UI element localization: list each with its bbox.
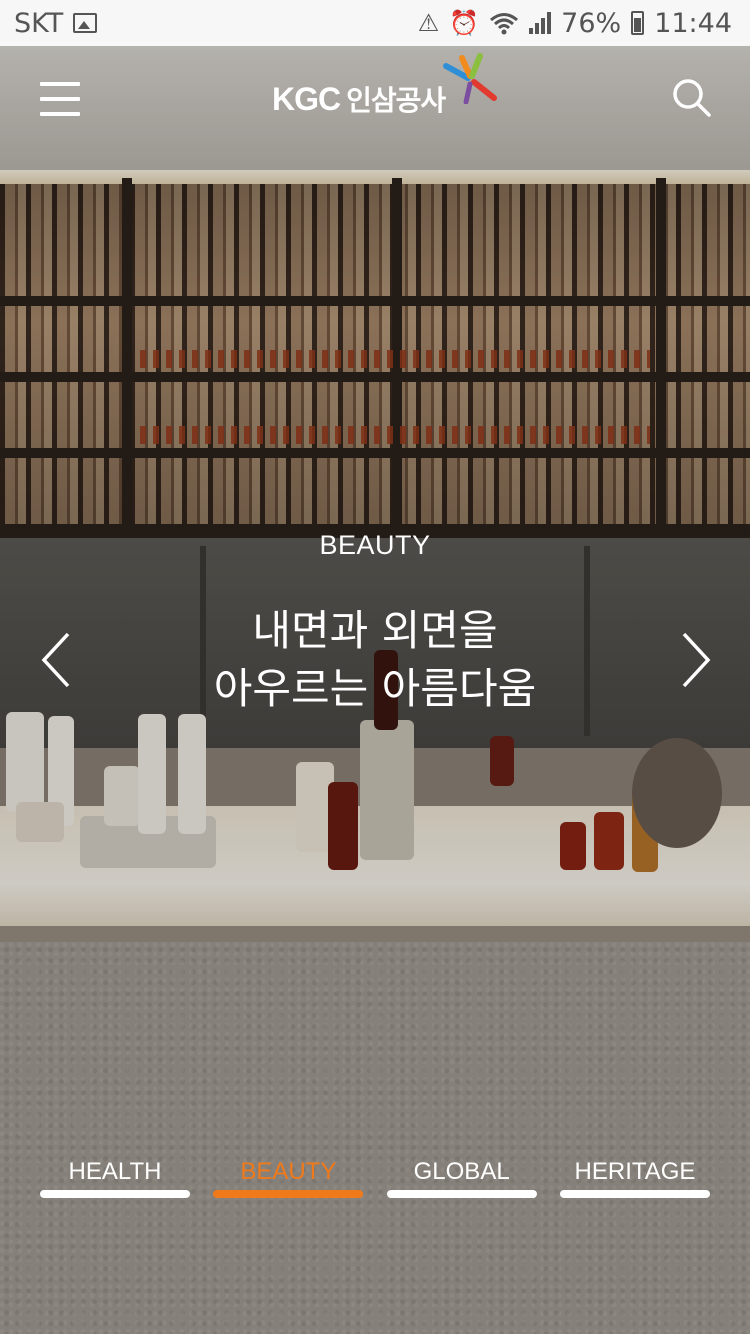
- chevron-right-icon: [682, 632, 711, 688]
- tab-heritage[interactable]: HERITAGE: [559, 1156, 710, 1206]
- prev-slide-button[interactable]: [38, 630, 78, 690]
- hamburger-menu-icon: [40, 82, 80, 86]
- logo-mark-icon: [443, 53, 497, 104]
- next-slide-button[interactable]: [674, 630, 714, 690]
- hamburger-menu-icon: [40, 112, 80, 116]
- tab-indicator: [386, 1190, 537, 1198]
- headline-line-2: 아우르는 아름다움: [213, 664, 537, 713]
- slide-category: BEAUTY: [319, 530, 431, 560]
- tab-label: BEAUTY: [240, 1158, 337, 1185]
- logo-text: KGC: [272, 80, 341, 117]
- search-button[interactable]: [672, 78, 712, 118]
- search-icon: [673, 79, 711, 117]
- menu-button[interactable]: [40, 82, 80, 116]
- chevron-left-icon: [41, 632, 70, 688]
- tab-health[interactable]: HEALTH: [40, 1156, 190, 1206]
- tab-beauty[interactable]: BEAUTY: [213, 1156, 364, 1206]
- tab-label: HEALTH: [68, 1158, 162, 1185]
- alarm-icon: ⏰: [449, 9, 480, 37]
- image-notification-icon: [73, 13, 98, 33]
- hero-slide: KGC 인삼공사 BEAUTY 내면과 외면을 아우르는 아름다움 HEALTH…: [0, 46, 750, 1334]
- tab-indicator: [40, 1190, 190, 1198]
- tab-indicator: [559, 1190, 710, 1198]
- clock: 11:44: [654, 7, 732, 39]
- status-bar: SKT ⚠ ⏰ 76% 11:44: [0, 0, 750, 46]
- headline-line-1: 내면과 외면을: [252, 606, 498, 655]
- logo-korean-text: 인삼공사: [346, 84, 446, 117]
- carrier-name: SKT: [14, 7, 64, 39]
- battery-percent: 76%: [561, 7, 622, 39]
- category-tabs: HEALTH BEAUTY GLOBAL HERITAGE: [40, 1156, 710, 1206]
- kgc-logo[interactable]: KGC 인삼공사: [272, 53, 497, 124]
- tab-label: HERITAGE: [574, 1158, 696, 1185]
- battery-icon: [631, 11, 645, 35]
- tab-global[interactable]: GLOBAL: [386, 1156, 537, 1206]
- status-right: ⚠ ⏰ 76% 11:44: [418, 8, 732, 39]
- signal-strength-icon: [529, 12, 552, 34]
- data-saver-icon: ⚠: [417, 9, 440, 37]
- tab-indicator: [213, 1190, 364, 1198]
- tab-label: GLOBAL: [413, 1158, 510, 1185]
- slide-headline: 내면과 외면을 아우르는 아름다움: [0, 602, 750, 718]
- status-left: SKT: [14, 7, 98, 39]
- wifi-icon: [490, 13, 519, 35]
- hamburger-menu-icon: [40, 97, 80, 101]
